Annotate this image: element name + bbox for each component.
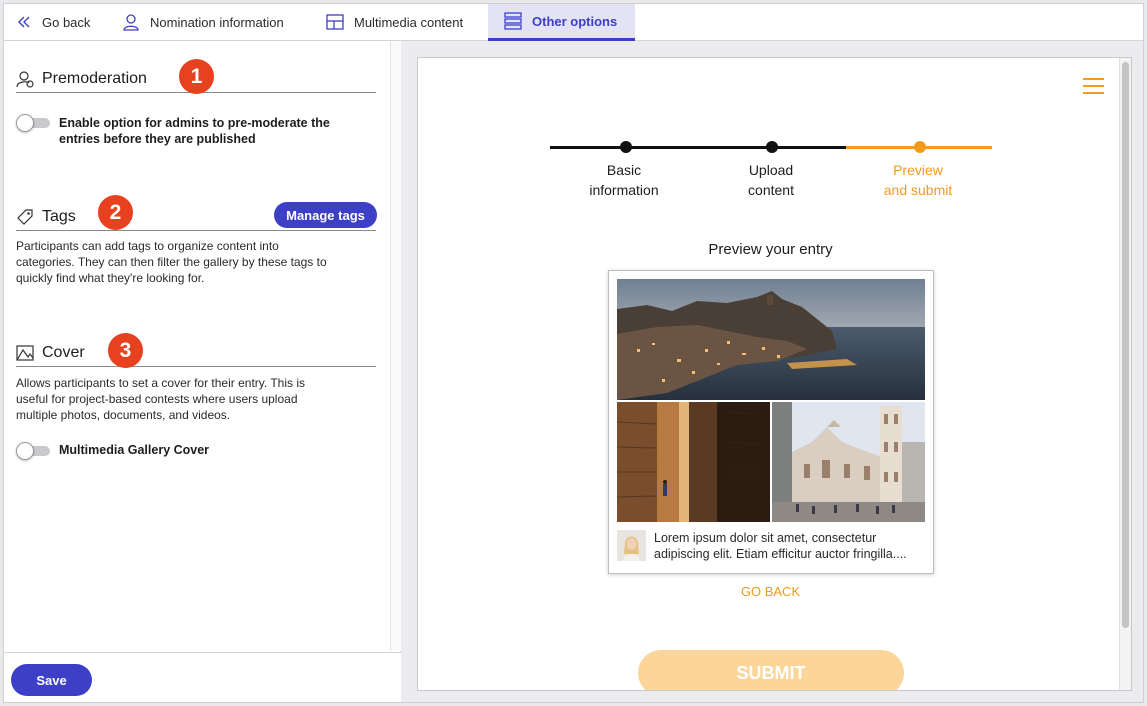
stack-icon xyxy=(504,12,522,30)
tags-desc-line2: categories. They can then filter the gal… xyxy=(16,255,327,269)
premoderation-toggle-label: Enable option for admins to pre-moderate… xyxy=(59,115,330,147)
double-chevron-left-icon xyxy=(18,16,30,28)
app-window: Go back Nomination information Multimedi… xyxy=(3,3,1144,703)
user-check-icon xyxy=(16,71,34,88)
author-avatar xyxy=(617,530,646,561)
step-dot-3 xyxy=(914,141,926,153)
photo-ancient-columns xyxy=(617,402,770,522)
step-3-line2: and submit xyxy=(883,182,953,198)
premoderation-title: Premoderation xyxy=(42,70,147,87)
tab-other-label: Other options xyxy=(532,13,618,29)
entry-text-line2: adipiscing elit. Etiam efficitur auctor … xyxy=(654,547,907,561)
premoderation-label-line1: Enable option for admins to pre-moderate… xyxy=(59,116,330,130)
tags-title: Tags xyxy=(42,208,76,225)
image-icon xyxy=(16,345,34,361)
step-label-preview-submit[interactable]: Preview and submit xyxy=(858,160,978,200)
cover-desc-line2: useful for project-based contests where … xyxy=(16,392,298,406)
hamburger-menu-icon[interactable] xyxy=(1083,76,1105,96)
preview-title: Preview your entry xyxy=(708,241,833,258)
preview-frame: Basic information Upload content Preview… xyxy=(417,57,1132,691)
toggle-knob xyxy=(16,114,34,132)
cover-title: Cover xyxy=(42,344,85,361)
cover-desc-line3: multiple photos, documents, and videos. xyxy=(16,408,231,422)
toggle-knob xyxy=(16,442,34,460)
premoderation-toggle[interactable] xyxy=(16,114,50,132)
tab-nomination-label: Nomination information xyxy=(150,14,284,30)
step-badge-3: 3 xyxy=(108,333,143,368)
step-1-line2: information xyxy=(589,182,659,198)
step-badge-1: 1 xyxy=(179,59,214,94)
gallery-cover-toggle[interactable] xyxy=(16,442,50,460)
step-dot-1 xyxy=(620,141,632,153)
tags-desc-line1: Participants can add tags to organize co… xyxy=(16,239,279,253)
photo-cathedral xyxy=(772,402,925,522)
entry-preview-card[interactable]: Lorem ipsum dolor sit amet, consectetur … xyxy=(608,270,934,574)
tab-multimedia-label: Multimedia content xyxy=(354,14,464,30)
tags-description: Participants can add tags to organize co… xyxy=(16,238,376,286)
step-label-upload-content[interactable]: Upload content xyxy=(711,160,831,200)
tab-other-options[interactable]: Other options xyxy=(488,4,635,41)
go-back-tab[interactable]: Go back xyxy=(16,4,90,40)
scrollbar-thumb[interactable] xyxy=(1122,62,1129,628)
cover-desc-line1: Allows participants to set a cover for t… xyxy=(16,376,306,390)
step-3-line1: Preview xyxy=(893,162,943,178)
settings-footer: Save xyxy=(4,652,401,702)
submit-button[interactable]: SUBMIT xyxy=(638,650,904,690)
tab-multimedia-content[interactable]: Multimedia content xyxy=(326,4,463,40)
step-2-line2: content xyxy=(748,182,794,198)
user-icon xyxy=(123,14,139,31)
step-label-basic-information[interactable]: Basic information xyxy=(564,160,684,200)
save-button[interactable]: Save xyxy=(11,664,92,696)
cover-description: Allows participants to set a cover for t… xyxy=(16,375,376,423)
tab-nomination-information[interactable]: Nomination information xyxy=(122,4,284,40)
premoderation-label-line2: entries before they are published xyxy=(59,132,256,146)
cover-header: Cover xyxy=(16,339,376,367)
settings-panel: Premoderation 1 Enable option for admins… xyxy=(4,41,401,702)
gallery-cover-label: Multimedia Gallery Cover xyxy=(59,443,210,457)
entry-text-line1: Lorem ipsum dolor sit amet, consectetur xyxy=(654,531,877,545)
step-dot-2 xyxy=(766,141,778,153)
step-badge-2: 2 xyxy=(98,195,133,230)
manage-tags-button[interactable]: Manage tags xyxy=(274,202,377,228)
tag-icon xyxy=(17,209,33,225)
layout-icon xyxy=(326,14,344,30)
tags-desc-line3: quickly find what they're looking for. xyxy=(16,271,205,285)
go-back-label: Go back xyxy=(42,14,91,30)
top-tab-bar: Go back Nomination information Multimedi… xyxy=(4,4,1143,41)
go-back-link[interactable]: GO BACK xyxy=(418,584,1123,599)
cover-photo-harbor xyxy=(617,279,925,400)
step-1-line1: Basic xyxy=(606,162,642,178)
settings-scrollbar[interactable] xyxy=(390,41,401,651)
entry-description: Lorem ipsum dolor sit amet, consectetur … xyxy=(654,530,930,562)
preview-panel: Basic information Upload content Preview… xyxy=(401,41,1143,702)
stepper-line-completed xyxy=(550,146,846,149)
step-2-line1: Upload xyxy=(748,162,794,178)
